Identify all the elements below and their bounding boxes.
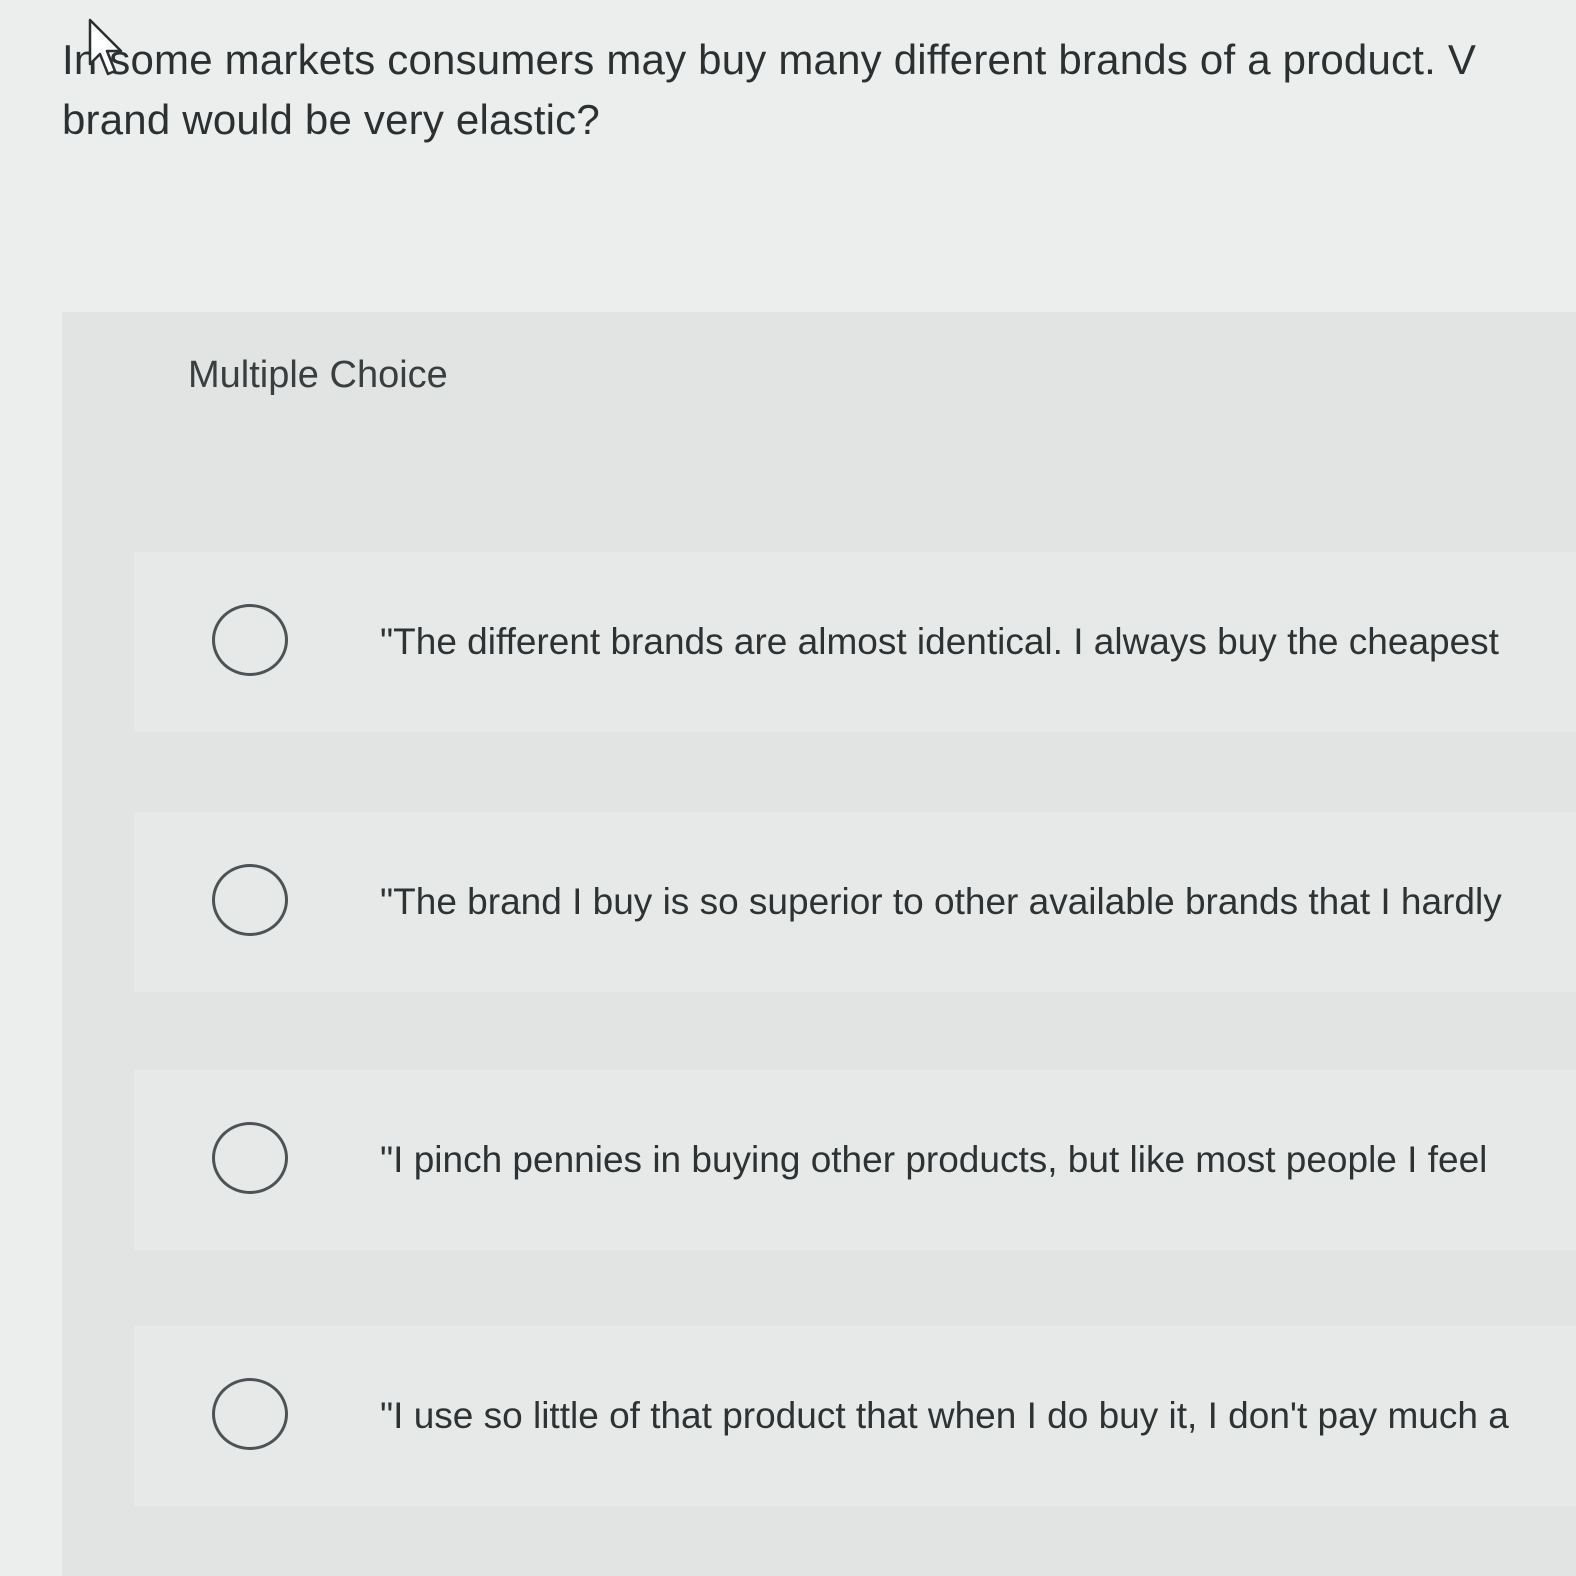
choice-option-4[interactable]: "I use so little of that product that wh… (134, 1326, 1576, 1506)
radio-unchecked-icon[interactable] (212, 604, 288, 676)
radio-unchecked-icon[interactable] (212, 1378, 288, 1450)
radio-unchecked-icon[interactable] (212, 1122, 288, 1194)
choice-label[interactable]: "I pinch pennies in buying other product… (380, 1134, 1487, 1186)
radio-unchecked-icon[interactable] (212, 864, 288, 936)
choice-option-2[interactable]: "The brand I buy is so superior to other… (134, 812, 1576, 992)
choice-option-3[interactable]: "I pinch pennies in buying other product… (134, 1070, 1576, 1250)
multiple-choice-heading: Multiple Choice (188, 354, 448, 396)
question-text: In some markets consumers may buy many d… (62, 30, 1576, 150)
choice-label[interactable]: "The brand I buy is so superior to other… (380, 876, 1502, 928)
choice-option-1[interactable]: "The different brands are almost identic… (134, 552, 1576, 732)
choice-label[interactable]: "The different brands are almost identic… (380, 616, 1499, 668)
question-line-2: brand would be very elastic? (62, 96, 600, 143)
multiple-choice-panel: Multiple Choice "The different brands ar… (62, 312, 1576, 1576)
question-line-1: In some markets consumers may buy many d… (62, 36, 1477, 83)
choice-label[interactable]: "I use so little of that product that wh… (380, 1390, 1509, 1442)
mouse-pointer-icon (88, 18, 123, 76)
